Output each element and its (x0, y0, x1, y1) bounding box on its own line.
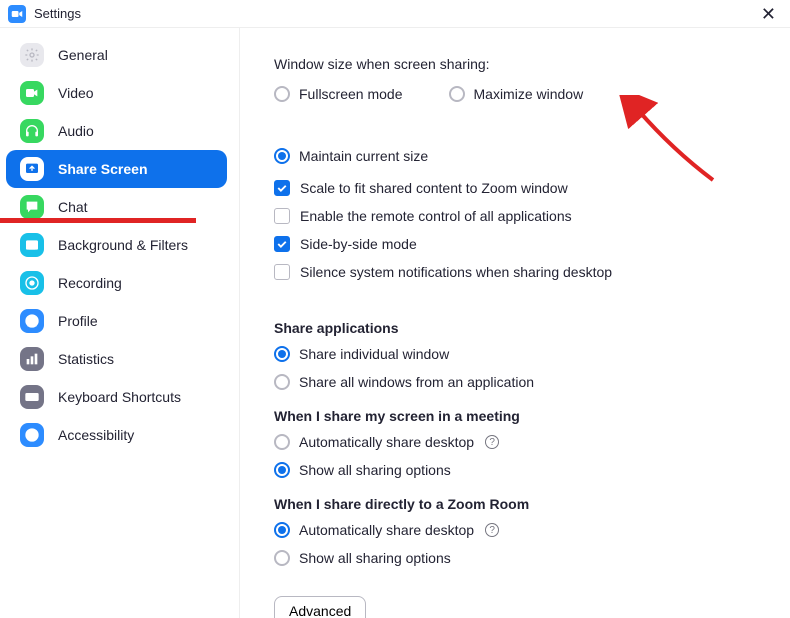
radio-circle-icon (274, 374, 290, 390)
radio-label: Show all sharing options (299, 550, 451, 566)
checkbox-silence[interactable]: Silence system notifications when sharin… (274, 264, 770, 280)
group-title: Share applications (274, 320, 770, 336)
radio-label: Fullscreen mode (299, 86, 403, 102)
sidebar-item-general[interactable]: General (6, 36, 227, 74)
radio-autoshare2[interactable]: Automatically share desktop ? (274, 522, 770, 538)
radio-label: Share all windows from an application (299, 374, 534, 390)
accessibility-icon (20, 423, 44, 447)
bg-icon (20, 233, 44, 257)
checkbox-box-icon (274, 208, 290, 224)
sidebar-item-label: Recording (58, 275, 122, 291)
checkbox-sidebyside[interactable]: Side-by-side mode (274, 236, 770, 252)
sidebar-item-stats[interactable]: Statistics (6, 340, 227, 378)
radio-group: Automatically share desktop ? Show all sh… (274, 434, 770, 478)
share-options-checklist: Scale to fit shared content to Zoom wind… (274, 180, 770, 280)
keyboard-icon (20, 385, 44, 409)
sidebar-item-label: Accessibility (58, 427, 134, 443)
checkbox-box-icon (274, 236, 290, 252)
share-icon (20, 157, 44, 181)
headphones-icon (20, 119, 44, 143)
record-icon (20, 271, 44, 295)
sidebar-item-label: Background & Filters (58, 237, 188, 253)
sidebar-item-audio[interactable]: Audio (6, 112, 227, 150)
radio-label: Automatically share desktop (299, 522, 474, 538)
chat-icon (20, 195, 44, 219)
radio-showall1[interactable]: Show all sharing options (274, 462, 770, 478)
window-size-label: Window size when screen sharing: (274, 56, 770, 72)
checkbox-label: Silence system notifications when sharin… (300, 264, 612, 280)
sidebar-item-label: Statistics (58, 351, 114, 367)
radio-showall2[interactable]: Show all sharing options (274, 550, 770, 566)
sidebar-item-label: Keyboard Shortcuts (58, 389, 181, 405)
radio-circle-icon (274, 148, 290, 164)
radio-group: Share individual window Share all windows… (274, 346, 770, 390)
checkbox-label: Scale to fit shared content to Zoom wind… (300, 180, 568, 196)
radio-circle-icon (274, 434, 290, 450)
radio-circle-icon (274, 86, 290, 102)
group-title: When I share directly to a Zoom Room (274, 496, 770, 512)
radio-circle-icon (274, 462, 290, 478)
checkbox-remote[interactable]: Enable the remote control of all applica… (274, 208, 770, 224)
checkbox-box-icon (274, 180, 290, 196)
profile-icon (20, 309, 44, 333)
radio-circle-icon (274, 550, 290, 566)
advanced-button[interactable]: Advanced (274, 596, 366, 618)
sidebar-item-label: Profile (58, 313, 98, 329)
radio-group: Automatically share desktop ? Show all sh… (274, 522, 770, 566)
close-button[interactable]: ✕ (755, 3, 782, 25)
checkbox-label: Side-by-side mode (300, 236, 417, 252)
radio-maximize[interactable]: Maximize window (449, 86, 584, 102)
checkbox-box-icon (274, 264, 290, 280)
sidebar-item-video[interactable]: Video (6, 74, 227, 112)
camera-icon (20, 81, 44, 105)
settings-content: Window size when screen sharing: Fullscr… (240, 28, 790, 618)
radio-allwin[interactable]: Share all windows from an application (274, 374, 770, 390)
radio-circle-icon (274, 522, 290, 538)
radio-label: Automatically share desktop (299, 434, 474, 450)
radio-circle-icon (449, 86, 465, 102)
window-title: Settings (34, 6, 81, 21)
sidebar-item-label: Video (58, 85, 94, 101)
stats-icon (20, 347, 44, 371)
annotation-underline (0, 218, 196, 223)
checkbox-label: Enable the remote control of all applica… (300, 208, 572, 224)
radio-fullscreen[interactable]: Fullscreen mode (274, 86, 403, 102)
zoom-logo-icon (8, 5, 26, 23)
radio-indiv[interactable]: Share individual window (274, 346, 770, 362)
radio-label: Show all sharing options (299, 462, 451, 478)
sidebar-item-label: Chat (58, 199, 88, 215)
sidebar-item-label: General (58, 47, 108, 63)
radio-label: Maximize window (474, 86, 584, 102)
sidebar-item-bg[interactable]: Background & Filters (6, 226, 227, 264)
gear-icon (20, 43, 44, 67)
group-title: When I share my screen in a meeting (274, 408, 770, 424)
sidebar-item-accessibility[interactable]: Accessibility (6, 416, 227, 454)
sidebar: General Video Audio Share Screen Chat Backgro… (0, 28, 240, 618)
sidebar-item-keyboard[interactable]: Keyboard Shortcuts (6, 378, 227, 416)
titlebar: Settings ✕ (0, 0, 790, 28)
sidebar-item-profile[interactable]: Profile (6, 302, 227, 340)
radio-label: Share individual window (299, 346, 449, 362)
help-icon[interactable]: ? (485, 435, 499, 449)
sidebar-item-recording[interactable]: Recording (6, 264, 227, 302)
help-icon[interactable]: ? (485, 523, 499, 537)
radio-autoshare1[interactable]: Automatically share desktop ? (274, 434, 770, 450)
checkbox-scale[interactable]: Scale to fit shared content to Zoom wind… (274, 180, 770, 196)
window-size-radio-group: Fullscreen mode Maximize window Maintain c… (274, 86, 770, 164)
radio-label: Maintain current size (299, 148, 428, 164)
radio-maintain[interactable]: Maintain current size (274, 148, 428, 164)
radio-circle-icon (274, 346, 290, 362)
sidebar-item-label: Share Screen (58, 161, 148, 177)
sidebar-item-label: Audio (58, 123, 94, 139)
sidebar-item-share[interactable]: Share Screen (6, 150, 227, 188)
